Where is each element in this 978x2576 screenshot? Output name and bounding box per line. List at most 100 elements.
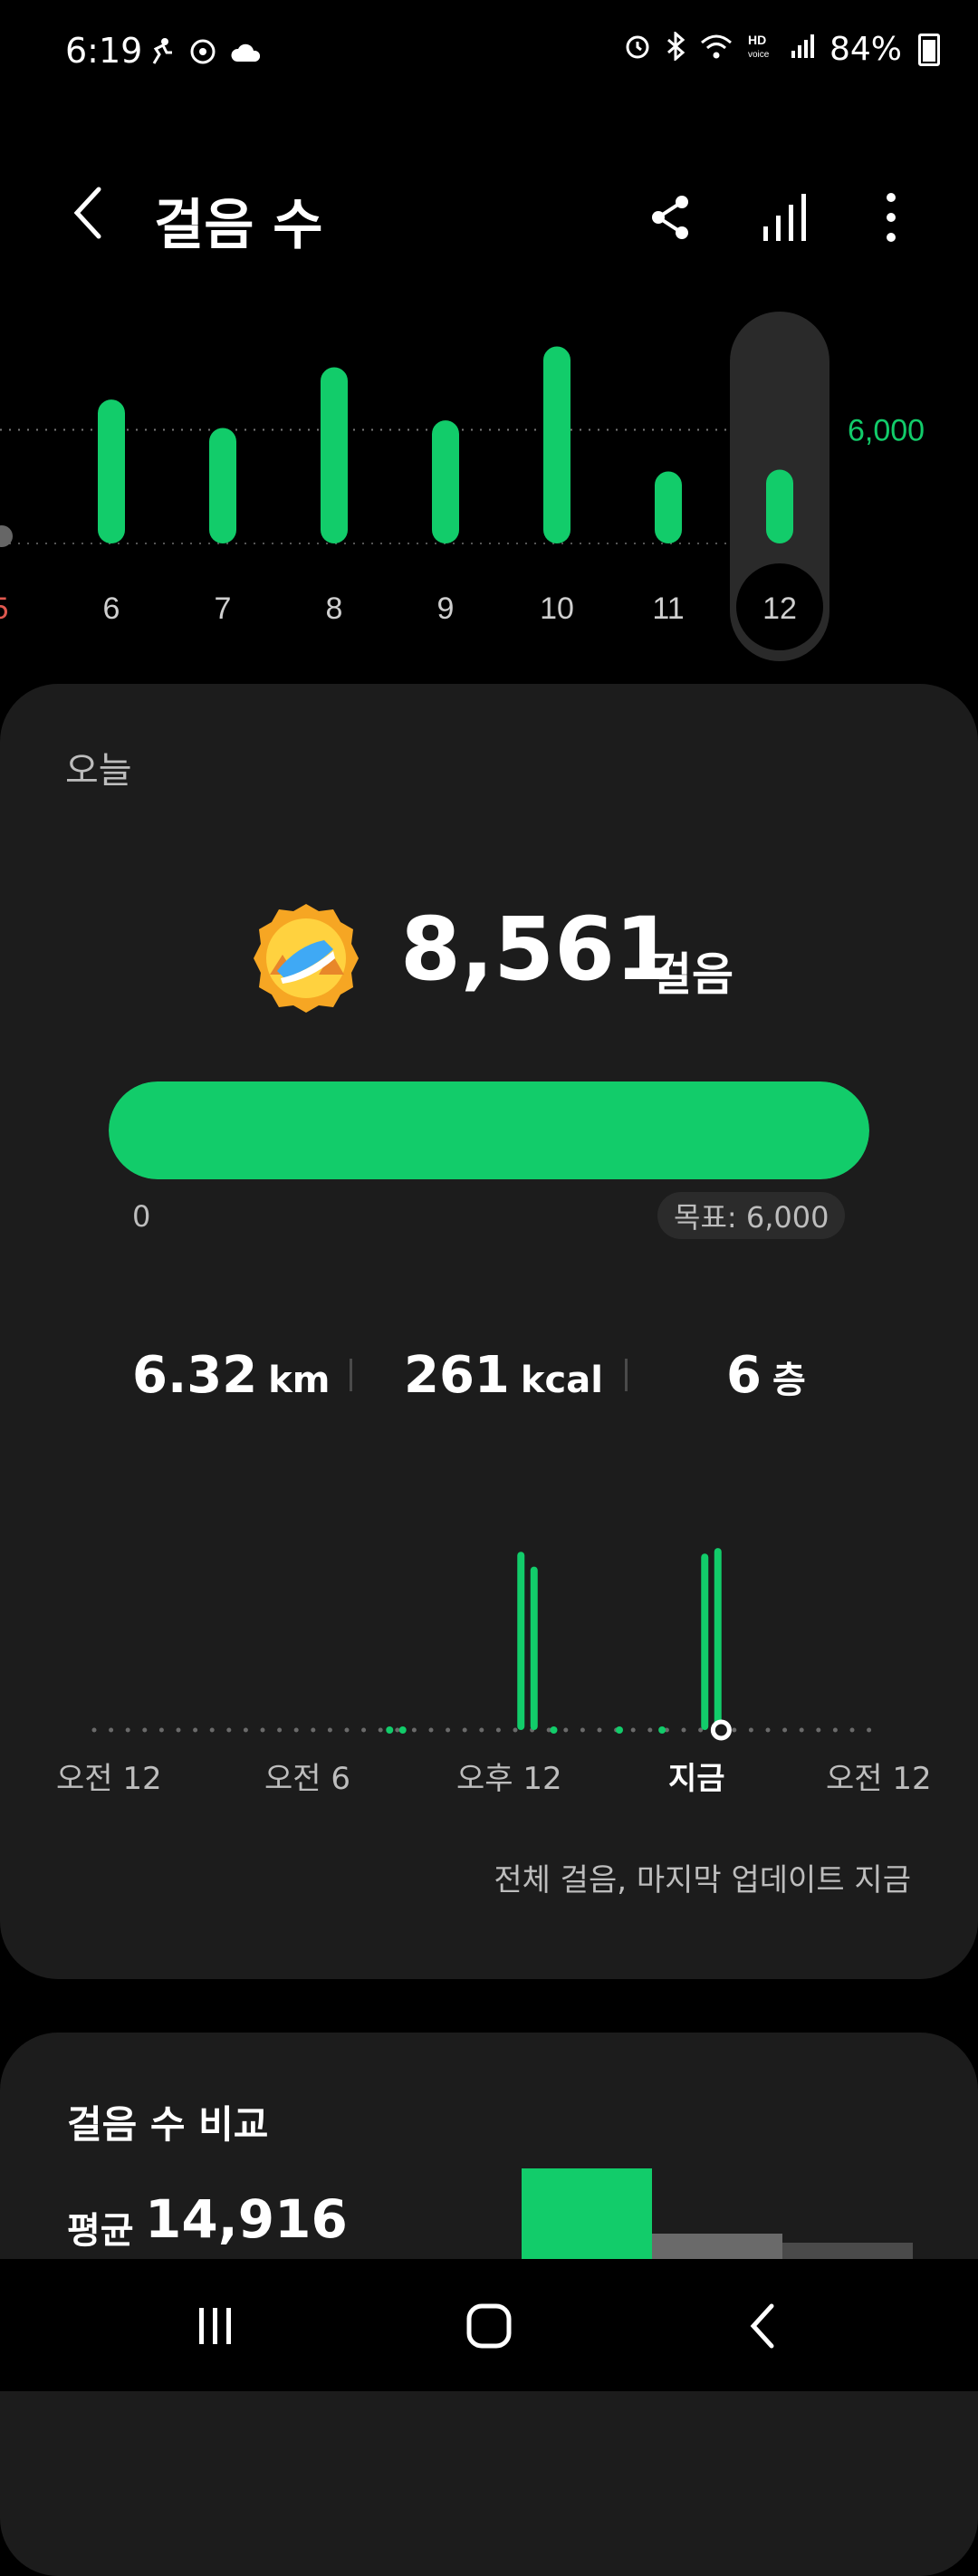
- axis-dot: [732, 1727, 737, 1733]
- axis-dot: [125, 1727, 130, 1733]
- day-label: 5: [0, 591, 8, 626]
- axis-dot: [647, 1727, 653, 1733]
- axis-dot: [193, 1727, 198, 1733]
- svg-text:HD: HD: [748, 33, 766, 47]
- day-bar[interactable]: [432, 420, 459, 543]
- today-label: 오늘: [65, 750, 132, 792]
- hour-label-2: 오후 12: [456, 1761, 562, 1797]
- share-button[interactable]: [634, 181, 706, 254]
- compare-bar: [782, 2243, 913, 2259]
- back-icon: [750, 2303, 774, 2349]
- distance-value: 6.32: [132, 1346, 258, 1405]
- compare-title: 걸음 수 비교: [67, 2102, 269, 2147]
- axis-dot: [327, 1727, 332, 1733]
- day-label: 10: [540, 591, 574, 626]
- hour-label-4: 오전 12: [826, 1761, 932, 1797]
- day-bar[interactable]: [209, 428, 236, 543]
- axis-dot: [344, 1727, 350, 1733]
- distance-unit: km: [268, 1360, 331, 1401]
- axis-dot: [765, 1727, 771, 1733]
- activity-dot: [550, 1726, 558, 1734]
- goal-line-label: 6,000: [848, 414, 925, 448]
- axis-dot: [277, 1727, 283, 1733]
- hour-bar: [517, 1552, 525, 1730]
- day-label: 8: [326, 591, 343, 626]
- axis-dot: [495, 1727, 501, 1733]
- axis-dot: [226, 1727, 232, 1733]
- distance-metric: 6.32 km: [132, 1346, 330, 1405]
- today-steps-value: 8,561: [400, 899, 676, 1000]
- hour-bar: [714, 1548, 722, 1730]
- hourly-steps-chart[interactable]: [0, 1522, 978, 1757]
- axis-dot: [260, 1727, 265, 1733]
- update-note: 전체 걸음, 마지막 업데이트 지금: [494, 1862, 911, 1898]
- system-back-button[interactable]: [708, 2281, 817, 2371]
- more-options-button[interactable]: [855, 181, 927, 254]
- chart-view-button[interactable]: [748, 181, 820, 254]
- signal-icon: [790, 33, 817, 67]
- axis-dot: [243, 1727, 248, 1733]
- axis-dot: [513, 1727, 518, 1733]
- day-label: 9: [437, 591, 455, 626]
- day-bar[interactable]: [98, 399, 125, 543]
- axis-dot: [209, 1727, 215, 1733]
- compare-bar: [652, 2234, 782, 2259]
- activity-dot: [658, 1726, 666, 1734]
- axis-dot: [361, 1727, 367, 1733]
- cloud-icon: [230, 38, 263, 72]
- navigation-bar: [0, 2259, 978, 2391]
- metric-divider: [350, 1359, 352, 1391]
- axis-dot: [816, 1727, 821, 1733]
- progress-min-label: 0: [132, 1199, 151, 1234]
- axis-dot: [446, 1727, 451, 1733]
- axis-dot: [142, 1727, 148, 1733]
- recent-apps-button[interactable]: [161, 2281, 270, 2371]
- chevron-left-icon: [73, 187, 101, 239]
- alarm-icon: [623, 32, 652, 68]
- day-bar[interactable]: [321, 367, 348, 543]
- axis-dot: [630, 1727, 636, 1733]
- goal-progress-fill: [109, 1081, 869, 1179]
- axis-dot: [681, 1727, 686, 1733]
- day-bar[interactable]: [655, 471, 682, 543]
- day-label: 12: [762, 591, 797, 626]
- calories-metric: 261 kcal: [404, 1346, 603, 1405]
- axis-dot: [395, 1727, 400, 1733]
- day-bar[interactable]: [543, 346, 570, 543]
- axis-dot: [176, 1727, 181, 1733]
- day-bar[interactable]: [766, 469, 793, 543]
- axis-dot: [832, 1727, 838, 1733]
- axis-dot: [782, 1727, 788, 1733]
- status-time: 6:19: [65, 31, 143, 71]
- axis-dot: [91, 1727, 97, 1733]
- hd-voice-icon: HD voice: [746, 32, 777, 68]
- home-button[interactable]: [435, 2281, 543, 2371]
- activity-dot: [616, 1726, 623, 1734]
- hour-label-now: 지금: [668, 1761, 725, 1797]
- wifi-icon: [699, 32, 734, 68]
- axis-dot: [411, 1727, 417, 1733]
- goal-medal-icon: [254, 904, 359, 1013]
- calories-unit: kcal: [520, 1360, 603, 1401]
- battery-percent: 84%: [829, 31, 902, 68]
- back-button[interactable]: [56, 181, 120, 245]
- calories-value: 261: [404, 1346, 510, 1405]
- activity-dot: [386, 1726, 394, 1734]
- axis-dot: [293, 1727, 299, 1733]
- goal-progress-bar: [109, 1081, 869, 1179]
- axis-dot: [580, 1727, 585, 1733]
- axis-dot: [462, 1727, 467, 1733]
- daily-steps-chart[interactable]: 6,000 5 6 7 8 9 10 11 12: [0, 308, 978, 670]
- status-right: HD voice 84%: [623, 30, 940, 68]
- average-label: 평균: [67, 2210, 134, 2252]
- hour-bar: [701, 1553, 709, 1730]
- axis-dot: [158, 1727, 164, 1733]
- axis-dot: [311, 1727, 316, 1733]
- goal-badge[interactable]: 목표: 6,000: [657, 1192, 846, 1239]
- bluetooth-icon: [665, 30, 686, 68]
- today-steps-unit: 걸음: [650, 948, 734, 1001]
- floors-value: 6: [726, 1346, 762, 1405]
- hour-label-1: 오전 6: [264, 1761, 350, 1797]
- chart-icon: [763, 194, 806, 241]
- axis-dot: [109, 1727, 114, 1733]
